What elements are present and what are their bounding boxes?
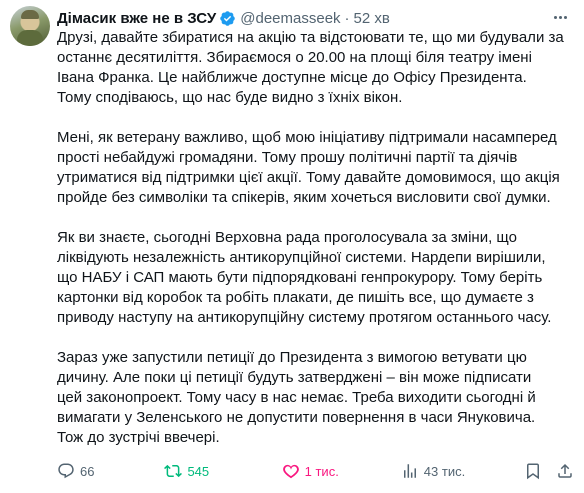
- tweet-paragraph: Мені, як ветерану важливо, щоб мою ініці…: [57, 128, 577, 208]
- tweet-line: останнє десятиліття. Збираємося о 20.00 …: [57, 49, 532, 66]
- tweet-line: Тож до зустрічі ввечері.: [57, 429, 220, 446]
- tweet-paragraph: Друзі, давайте збиратися на акцію та від…: [57, 28, 577, 108]
- tweet-line: Івана Франка. Це найближче доступне місц…: [57, 69, 527, 86]
- like-button[interactable]: 1 тис.: [282, 462, 401, 480]
- tweet-line: Друзі, давайте збиратися на акцію та від…: [57, 29, 564, 46]
- bookmark-button[interactable]: [524, 462, 542, 480]
- tweet-line: що НАБУ і САП мають бути підпорядковані …: [57, 269, 543, 286]
- tweet-line: приводу наступу на антикорупційну систем…: [57, 309, 552, 326]
- tweet-paragraph: Як ви знаєте, сьогодні Верховна рада про…: [57, 228, 577, 328]
- tweet-line: вимагати у Зеленського не допустити пове…: [57, 409, 536, 426]
- share-icon: [558, 463, 572, 478]
- reply-button[interactable]: 66: [57, 462, 164, 480]
- tweet-line: ліквідують незалежність антикорупційної …: [57, 249, 546, 266]
- tweet-text: Друзі, давайте збиратися на акцію та від…: [57, 28, 577, 468]
- author-name[interactable]: Дімасик вже не в ЗСУ: [57, 10, 216, 27]
- tweet-line: прості небайдужі громадяни. Тому прошу п…: [57, 149, 518, 166]
- tweet-time[interactable]: 52 хв: [354, 10, 390, 27]
- reply-icon: [58, 463, 74, 479]
- author-handle[interactable]: @deemasseek: [240, 10, 340, 27]
- views-button[interactable]: 43 тис.: [401, 462, 518, 480]
- views-icon: [403, 464, 416, 478]
- tweet-line: Зараз уже запустили петиції до Президент…: [57, 349, 527, 366]
- tweet-line: Тому сподіваюсь, що нас буде видно з їхн…: [57, 89, 403, 106]
- reply-count: 66: [80, 463, 95, 479]
- verified-badge-icon[interactable]: [219, 10, 236, 27]
- share-button[interactable]: [556, 462, 574, 480]
- retweet-button[interactable]: 545: [164, 462, 281, 480]
- views-count: 43 тис.: [423, 463, 466, 479]
- separator-dot: ·: [344, 9, 350, 27]
- action-bar: 66 545 1 тис. 43 тис.: [57, 461, 574, 481]
- tweet-line: дичину. Але поки ці петиції будуть затве…: [57, 369, 532, 386]
- tweet-line: Мені, як ветерану важливо, щоб мою ініці…: [57, 129, 557, 146]
- tweet-paragraph: Зараз уже запустили петиції до Президент…: [57, 348, 577, 448]
- more-icon[interactable]: [548, 8, 572, 26]
- bookmark-icon: [527, 463, 539, 480]
- tweet-line: утриматися від підтримки цієї акції. Том…: [57, 169, 560, 186]
- retweet-icon: [164, 464, 183, 478]
- like-count: 1 тис.: [304, 463, 339, 479]
- retweet-count: 545: [187, 463, 210, 479]
- like-icon: [282, 464, 299, 479]
- tweet-line: пройде без символіки та спікерів, яким х…: [57, 189, 551, 206]
- tweet-line: Як ви знаєте, сьогодні Верховна рада про…: [57, 229, 517, 246]
- tweet-header: Дімасик вже не в ЗСУ @deemasseek · 52 хв: [57, 8, 390, 28]
- tweet-line: картонки від коробок та робіть плакати, …: [57, 289, 534, 306]
- tweet-line: цей законопроект. Тому часу в нас немає.…: [57, 389, 536, 406]
- author-avatar[interactable]: [10, 6, 50, 46]
